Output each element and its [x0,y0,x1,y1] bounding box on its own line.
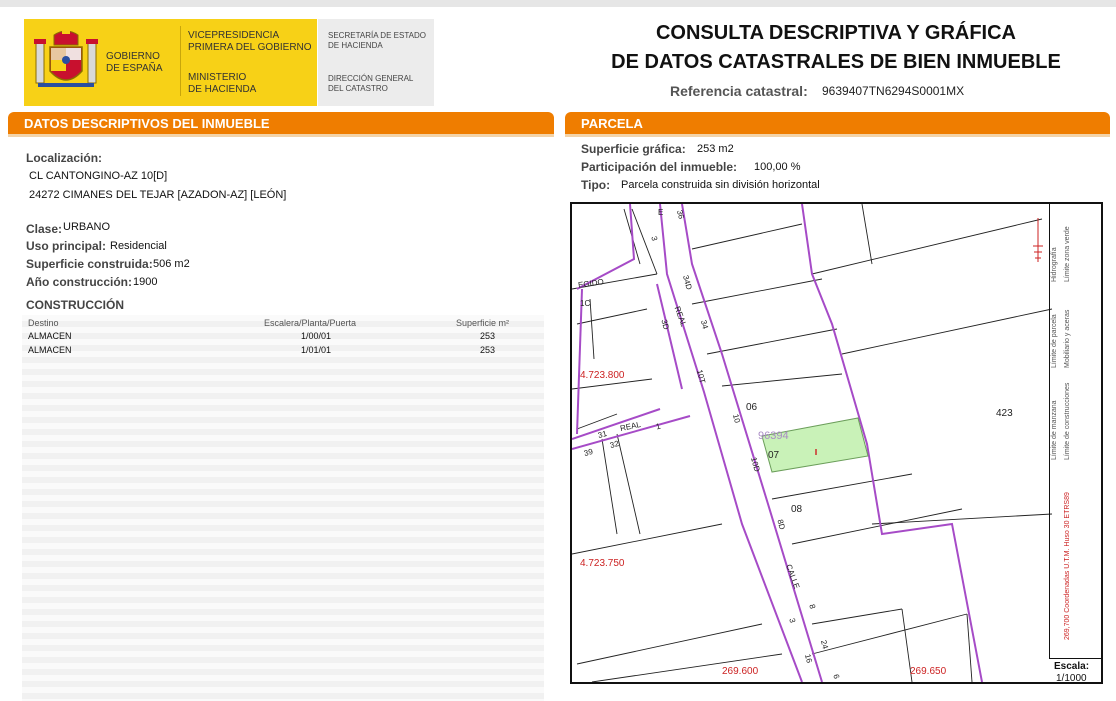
coord-x-269650: 269.650 [910,666,947,677]
coat-of-arms-icon [34,28,98,87]
superficie-label: Superficie construida: [26,257,153,271]
sup-grafica-label: Superficie gráfica: [581,142,686,156]
legend-limite-parcela: Límite de parcela [1051,314,1058,368]
construccion-table: Destino Escalera/Planta/Puerta Superfici… [22,315,544,701]
anio-value: 1900 [133,276,158,288]
north-arrow-icon [1033,218,1043,262]
coord-y-4723750: 4.723.750 [580,558,625,569]
coord-x-269600: 269.600 [722,666,759,677]
legend-divider [1049,204,1050,658]
secretaria-label: SECRETARÍA DE ESTADO DE HACIENDA [328,31,426,51]
legend-limite-zona-verde: Límite zona verde [1064,226,1071,282]
tipo-value: Parcela construida sin división horizont… [621,179,820,191]
clase-label: Clase: [26,222,63,236]
dir-line2: DEL CATASTRO [328,84,388,93]
ref-catastral-label: Referencia catastral: [670,83,808,99]
table-header-escalera: Escalera/Planta/Puerta [264,318,357,328]
uso-label: Uso principal: [26,239,107,253]
legend-limite-construcciones: Límite de construcciones [1064,382,1071,460]
left-header-shadow [8,134,554,137]
sup-grafica-value: 253 m2 [697,143,734,155]
parcel-06-label: 06 [746,402,758,413]
legend-scale-divider [1049,658,1101,659]
sec-line1: SECRETARÍA DE ESTADO [328,31,426,40]
gobierno-line2: DE ESPAÑA [106,63,163,74]
legend-limite-manzana: Límite de manzana [1051,400,1058,460]
gobierno-line1: GOBIERNO [106,51,160,62]
table-row2-superficie: 253 [480,345,496,355]
legend-mobiliario: Mobiliario y aceras [1064,309,1071,368]
coord-y-4723800: 4.723.800 [580,370,625,381]
participacion-value: 100,00 % [754,161,801,173]
address-line2: 24272 CIMANES DEL TEJAR [AZADON-AZ] [LEÓ… [29,189,287,201]
tipo-label: Tipo: [581,178,611,192]
table-header-superficie: Superficie m² [456,318,510,328]
sec-line2: DE HACIENDA [328,41,383,50]
table-row1-destino: ALMACEN [28,331,72,341]
cadastral-map: EGIDO REAL REAL CALLE 4.723.800 4.723.75… [570,202,1103,684]
table-row1-superficie: 253 [480,331,496,341]
table-row2-destino: ALMACEN [28,345,72,355]
ref-catastral-value: 9639407TN6294S0001MX [822,84,965,98]
ministerio-label: MINISTERIO DE HACIENDA [188,72,256,96]
superficie-value: 506 m2 [153,258,190,270]
gobierno-label: GOBIERNO DE ESPAÑA [106,51,163,75]
scale-label: Escala: [1054,661,1090,672]
table-row2-escalera: 1/01/01 [301,345,332,355]
vice-line2: PRIMERA DEL GOBIERNO [188,42,312,53]
datos-descriptivos-header: DATOS DESCRIPTIVOS DEL INMUEBLE [8,112,554,134]
parcela-header: PARCELA [565,112,1110,134]
clase-value: URBANO [63,221,111,233]
parcel-423-label: 423 [996,408,1013,419]
localizacion-label: Localización: [26,151,103,165]
address-line1: CL CANTONGINO-AZ 10[D] [29,170,168,182]
legend-hidrografia: Hidrografía [1051,247,1058,282]
construccion-title: CONSTRUCCIÓN [26,298,124,312]
uso-value: Residencial [110,240,167,252]
min-line1: MINISTERIO [188,72,247,83]
house-number: E [658,208,664,217]
map-drawing [572,204,1053,682]
manzana-label: 96394 [758,430,789,442]
direccion-label: DIRECCIÓN GENERAL DEL CATASTRO [328,74,413,94]
dir-line1: DIRECCIÓN GENERAL [328,74,414,83]
top-border [0,0,1116,7]
highlighted-parcel [761,417,869,473]
house-number: 1C [580,299,591,308]
vicepresidencia-label: VICEPRESIDENCIA PRIMERA DEL GOBIERNO [188,30,312,54]
document-title-line1: CONSULTA DESCRIPTIVA Y GRÁFICA [655,22,1017,44]
table-header-destino: Destino [28,318,59,328]
legend-coordenadas: 269,700 Coordenadas U.T.M. Huso 30 ETRS8… [1064,492,1071,640]
min-line2: DE HACIENDA [188,84,257,95]
parcel-07-label: 07 [768,450,780,461]
table-row1-escalera: 1/00/01 [301,331,332,341]
scale-value: 1/1000 [1056,673,1087,684]
parcel-08-label: 08 [791,504,803,515]
document-title-line2: DE DATOS CATASTRALES DE BIEN INMUEBLE [611,51,1061,73]
right-header-shadow [565,134,1110,137]
participacion-label: Participación del inmueble: [581,160,738,174]
anio-label: Año construcción: [26,275,133,289]
vice-line1: VICEPRESIDENCIA [188,30,280,41]
logo-divider [180,26,181,96]
